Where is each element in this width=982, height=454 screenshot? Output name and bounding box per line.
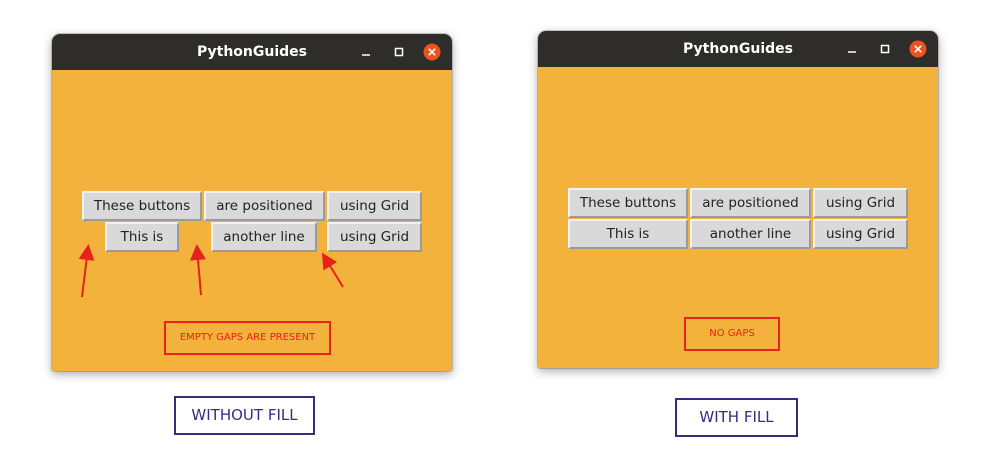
arrow-icon: [321, 252, 344, 288]
annotation-arrows: [78, 244, 344, 298]
arrow-icon: [190, 244, 206, 296]
arrow-icon: [78, 244, 95, 298]
